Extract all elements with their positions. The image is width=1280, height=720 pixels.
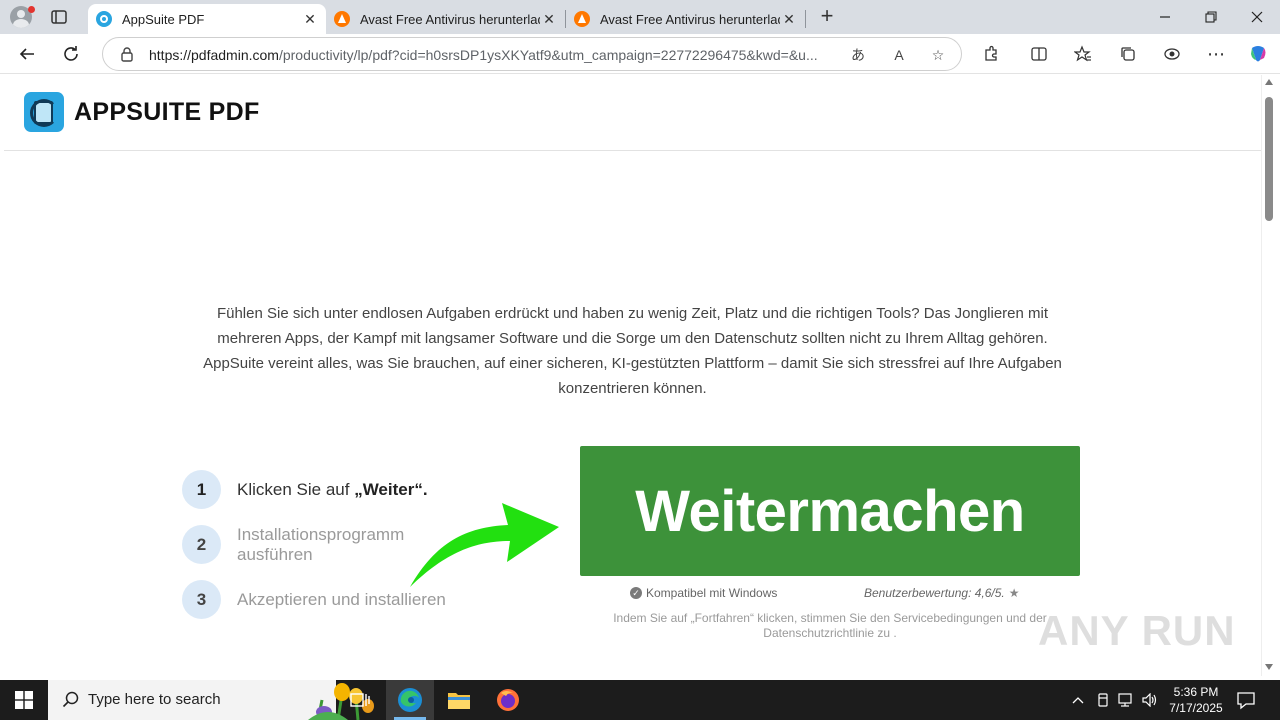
close-tab-icon[interactable]: ✕ <box>540 9 558 29</box>
translate-icon[interactable]: あ <box>848 45 868 65</box>
clock-time: 5:36 PM <box>1173 685 1219 699</box>
firefox-icon[interactable] <box>484 680 532 720</box>
avast-favicon-icon <box>334 11 350 27</box>
notifications-icon[interactable] <box>1236 690 1258 710</box>
tab-avast-2[interactable]: Avast Free Antivirus herunterladen ✕ <box>566 4 804 34</box>
anyrun-watermark: ANY RUN <box>1038 607 1236 654</box>
search-icon <box>62 691 80 714</box>
task-view-icon[interactable] <box>336 680 384 720</box>
favorites-icon[interactable] <box>1071 42 1095 66</box>
back-button[interactable] <box>15 42 39 66</box>
favorite-star-icon[interactable]: ☆ <box>928 45 948 65</box>
minimize-button[interactable] <box>1142 0 1188 34</box>
tab-strip: AppSuite PDF ✕ Avast Free Antivirus heru… <box>0 0 1280 34</box>
scroll-up-icon[interactable] <box>1265 79 1273 85</box>
page-scrollbar[interactable] <box>1261 75 1276 676</box>
step-number: 3 <box>182 580 221 619</box>
close-window-button[interactable] <box>1234 0 1280 34</box>
appsuite-favicon-icon <box>96 11 112 27</box>
taskbar-search-box[interactable]: Type here to search <box>48 680 374 720</box>
scroll-thumb[interactable] <box>1265 97 1273 221</box>
site-info-icon[interactable] <box>119 46 135 67</box>
address-bar[interactable]: https://pdfadmin.com/productivity/lp/pdf… <box>102 37 962 71</box>
new-tab-button[interactable]: + <box>816 5 838 28</box>
tab-avast-1[interactable]: Avast Free Antivirus herunterladen ✕ <box>326 4 564 34</box>
volume-icon[interactable] <box>1142 692 1158 708</box>
brand-name[interactable]: APPSUITE PDF <box>74 98 260 127</box>
taskbar-clock[interactable]: 5:36 PM 7/17/2025 <box>1160 684 1232 716</box>
close-tab-icon[interactable]: ✕ <box>300 9 320 29</box>
continue-button[interactable]: Weitermachen <box>580 446 1080 576</box>
url-path: /productivity/lp/pdf?cid=h0srsDP1ysXKYat… <box>278 47 818 63</box>
split-screen-icon[interactable] <box>1027 42 1051 66</box>
green-arrow-icon <box>406 497 566 597</box>
user-rating: Benutzerbewertung: 4,6/5. ★ <box>864 586 1020 600</box>
extensions-icon[interactable] <box>979 42 1003 66</box>
tab-actions-icon[interactable] <box>50 8 68 26</box>
rating-label: Benutzerbewertung: 4,6/5. <box>864 586 1005 600</box>
file-explorer-icon[interactable] <box>435 680 483 720</box>
start-button[interactable] <box>0 680 48 720</box>
show-hidden-icons-icon[interactable] <box>1070 692 1086 708</box>
read-aloud-icon[interactable]: A <box>889 45 909 65</box>
tab-appsuite-pdf[interactable]: AppSuite PDF ✕ <box>88 4 326 34</box>
restore-button[interactable] <box>1188 0 1234 34</box>
page-viewport: APPSUITE PDF Fühlen Sie sich unter endlo… <box>4 75 1261 676</box>
step-text-prefix: Klicken Sie auf <box>237 480 355 499</box>
compat-label: Kompatibel mit Windows <box>646 586 778 600</box>
tab-separator <box>805 10 806 28</box>
windows-compat-badge: ✓ Kompatibel mit Windows <box>630 586 777 600</box>
avast-favicon-icon <box>574 11 590 27</box>
refresh-button[interactable] <box>59 42 83 66</box>
site-header: APPSUITE PDF <box>4 75 1261 151</box>
copilot-icon[interactable] <box>1246 42 1270 66</box>
step-number: 2 <box>182 525 221 564</box>
settings-more-icon[interactable]: ⋯ <box>1204 42 1228 66</box>
profile-notification-dot <box>28 6 35 13</box>
terms-text: Indem Sie auf „Fortfahren“ klicken, stim… <box>613 611 1047 640</box>
device-icon[interactable] <box>1095 692 1111 708</box>
tab-title: AppSuite PDF <box>122 11 205 27</box>
collections-icon[interactable] <box>1116 42 1140 66</box>
close-tab-icon[interactable]: ✕ <box>780 9 798 29</box>
intro-text: Fühlen Sie sich unter endlosen Aufgaben … <box>203 305 1062 397</box>
tab-title: Avast Free Antivirus herunterladen <box>600 11 780 27</box>
url-text[interactable]: https://pdfadmin.com/productivity/lp/pdf… <box>149 47 839 63</box>
tab-title: Avast Free Antivirus herunterladen <box>360 11 540 27</box>
taskbar: Type here to search 5:36 PM 7/17/2025 <box>0 680 1280 720</box>
url-host: https://pdfadmin.com <box>149 47 279 63</box>
appsuite-logo-icon[interactable] <box>24 92 64 132</box>
search-placeholder: Type here to search <box>88 691 221 708</box>
browser-toolbar: https://pdfadmin.com/productivity/lp/pdf… <box>0 34 1280 74</box>
scroll-down-icon[interactable] <box>1265 664 1273 670</box>
step-number: 1 <box>182 470 221 509</box>
star-icon: ★ <box>1008 586 1020 600</box>
network-icon[interactable] <box>1118 692 1134 708</box>
edge-taskbar-icon[interactable] <box>386 680 434 720</box>
clock-date: 7/17/2025 <box>1169 701 1223 715</box>
check-icon: ✓ <box>630 587 642 599</box>
browser-essentials-icon[interactable] <box>1160 42 1184 66</box>
